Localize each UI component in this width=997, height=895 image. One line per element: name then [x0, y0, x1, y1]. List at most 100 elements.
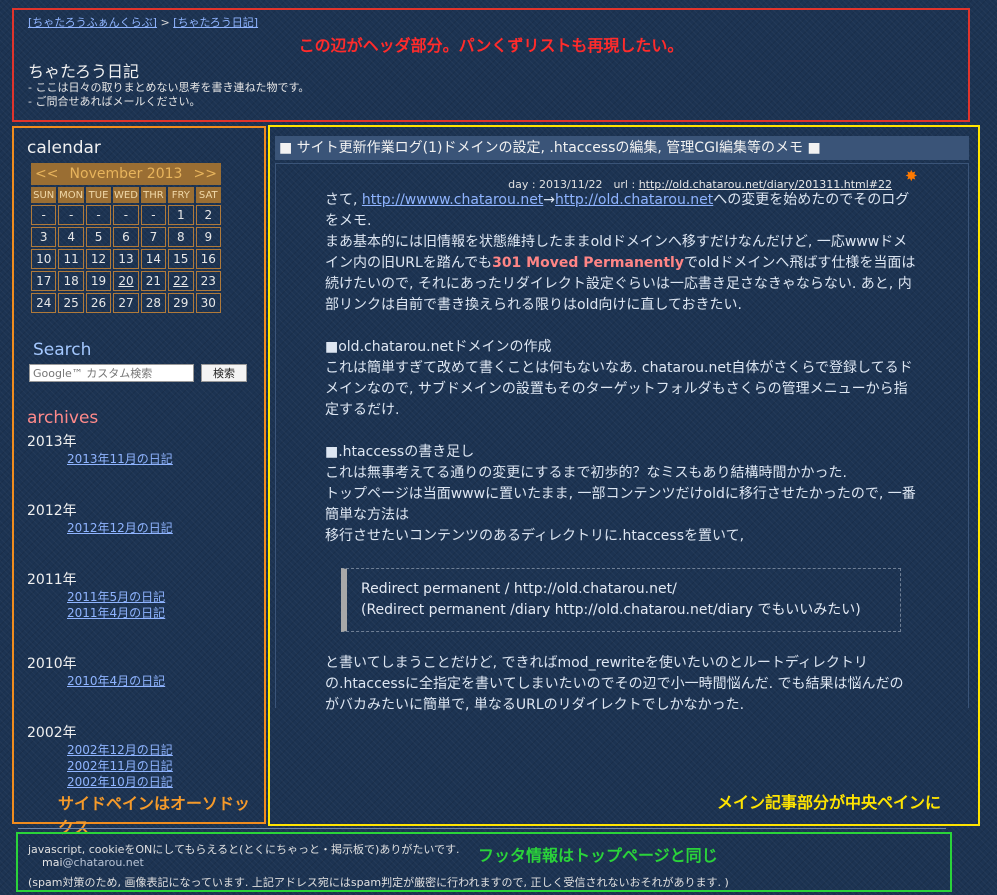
header-annotation: この辺がヘッダ部分。パンくずリストも再現したい。 [298, 36, 684, 55]
archive-month-link[interactable]: 2010年4月の日記 [67, 673, 255, 689]
calendar-day: 24 [31, 293, 57, 313]
calendar-next-button[interactable]: >> [194, 166, 217, 182]
archive-year: 2013年 [27, 434, 77, 450]
article-text: さて, [325, 192, 362, 208]
header-region: [ちゃたろうふぁんくらぶ] > [ちゃたろう日記] この辺がヘッダ部分。パンくず… [12, 8, 970, 122]
archive-month-link[interactable]: 2012年12月の日記 [67, 520, 255, 536]
calendar-day: 28 [140, 293, 167, 313]
section-heading: ■.htaccessの書き足し [325, 444, 475, 460]
code-block: Redirect permanent / http://old.chatarou… [341, 568, 901, 632]
site-description-line: - ここは日々の取りまとめない思考を書き連ねた物です。 [28, 81, 310, 94]
calendar-day: - [31, 205, 57, 225]
archive-month-link[interactable]: 2011年4月の日記 [67, 605, 255, 621]
arrow-icon: → [543, 192, 556, 208]
article-body: さて, http://wwww.chatarou.net→http://old.… [325, 190, 917, 716]
site-description: - ここは日々の取りまとめない思考を書き連ねた物です。 - ご問合せあればメール… [28, 81, 309, 109]
calendar-day: 10 [31, 249, 57, 269]
calendar-day: 18 [58, 271, 84, 291]
calendar-day: 2 [195, 205, 221, 225]
calendar-day: 14 [140, 249, 167, 269]
footer-spam-notice: (spam対策のため, 画像表記になっています. 上記アドレス宛にはspam判定… [28, 876, 729, 889]
calendar-day: 8 [168, 227, 194, 247]
footer: javascript, cookieをONにしてもらえると(とくにちゃっと・掲示… [16, 832, 952, 892]
calendar-day: 6 [113, 227, 139, 247]
calendar-day: 23 [195, 271, 221, 291]
calendar-month-label: November 2013 [69, 166, 183, 182]
article-frame: day : 2013/11/22 url : http://old.chatar… [275, 163, 969, 713]
search-heading: Search [33, 340, 92, 360]
archive-links: 2013年11月の日記 [67, 451, 255, 467]
calendar-prev-button[interactable]: << [35, 166, 58, 182]
calendar-day-link[interactable]: 22 [168, 271, 194, 291]
calendar-heading: calendar [27, 138, 101, 158]
breadcrumb-home-link[interactable]: [ちゃたろうふぁんくらぶ] [28, 16, 157, 29]
calendar-month-bar: << November 2013 >> [31, 163, 221, 185]
archive-links: 2011年5月の日記 2011年4月の日記 [67, 589, 255, 621]
calendar-day: - [140, 205, 167, 225]
code-line: (Redirect permanent /diary http://old.ch… [361, 602, 861, 618]
calendar-day: - [85, 205, 112, 225]
calendar: << November 2013 >> SUN MON TUE WED THR … [29, 161, 223, 315]
archive-month-link[interactable]: 2002年11月の日記 [67, 758, 255, 774]
article-paragraph: これは無事考えてる通りの変更にするまで初歩的？なミスもあり結構時間かかった. [325, 465, 847, 481]
calendar-day: - [113, 205, 139, 225]
new-site-link[interactable]: http://old.chatarou.net [555, 192, 713, 208]
calendar-weekday: SAT [195, 187, 221, 203]
footer-annotation: フッタ情報はトップページと同じ [478, 846, 718, 865]
search-input[interactable] [29, 364, 194, 382]
archive-month-link[interactable]: 2013年11月の日記 [67, 451, 255, 467]
archive-month-link[interactable]: 2002年10月の日記 [67, 774, 255, 790]
calendar-day: 4 [58, 227, 84, 247]
article-paragraph: これは簡単すぎて改めて書くことは何もないなあ. chatarou.net自体がさ… [325, 360, 913, 418]
calendar-day: 11 [58, 249, 84, 269]
archive-year: 2002年 [27, 725, 77, 741]
footer-divider [18, 828, 946, 829]
article-paragraph: 移行させたいコンテンツのあるディレクトリに.htaccessを置いて, [325, 528, 745, 544]
calendar-weekday: SUN [31, 187, 57, 203]
calendar-day: 25 [58, 293, 84, 313]
archive-links: 2012年12月の日記 [67, 520, 255, 536]
breadcrumb-separator: > [160, 16, 170, 29]
code-line: Redirect permanent / http://old.chatarou… [361, 581, 677, 597]
emphasis-text: 301 Moved Permanently [492, 255, 684, 271]
archive-year-group: 2010年 2010年4月の日記 [27, 653, 255, 722]
footer-notice: javascript, cookieをONにしてもらえると(とくにちゃっと・掲示… [28, 843, 460, 856]
calendar-weekday: WED [113, 187, 139, 203]
article-paragraph: さて, http://wwww.chatarou.net→http://old.… [325, 190, 917, 232]
calendar-day: 30 [195, 293, 221, 313]
breadcrumb: [ちゃたろうふぁんくらぶ] > [ちゃたろう日記] [28, 14, 258, 30]
article-paragraph: まあ基本的には旧情報を状態維持したままoldドメインへ移すだけなんだけど, 一応… [325, 232, 917, 316]
archive-month-link[interactable]: 2011年5月の日記 [67, 589, 255, 605]
main-pane: ■ サイト更新作業ログ(1)ドメインの設定, .htaccessの編集, 管理C… [268, 125, 980, 826]
calendar-weekday: MON [58, 187, 84, 203]
archive-year-group: 2012年 2012年12月の日記 [27, 500, 255, 569]
mail-user: mai [42, 856, 63, 869]
sun-icon: ✸ [905, 167, 918, 185]
calendar-day: 19 [85, 271, 112, 291]
old-site-link[interactable]: http://wwww.chatarou.net [362, 192, 543, 208]
calendar-day: 5 [85, 227, 112, 247]
article-title: ■ サイト更新作業ログ(1)ドメインの設定, .htaccessの編集, 管理C… [275, 136, 969, 160]
calendar-day: 12 [85, 249, 112, 269]
archive-month-link[interactable]: 2002年12月の日記 [67, 742, 255, 758]
archive-links: 2002年12月の日記 2002年11月の日記 2002年10月の日記 [67, 742, 255, 790]
search-button[interactable]: 検索 [201, 364, 247, 382]
calendar-day: 7 [140, 227, 167, 247]
mail-domain: @chatarou.net [62, 856, 144, 869]
archive-links: 2010年4月の日記 [67, 673, 255, 689]
breadcrumb-current-link[interactable]: [ちゃたろう日記] [173, 16, 258, 29]
calendar-weekday: TUE [85, 187, 112, 203]
article-paragraph: トップページは当面wwwに置いたまま, 一部コンテンツだけoldに移行させたかっ… [325, 486, 916, 523]
sidebar: calendar << November 2013 >> SUN MON TUE… [12, 126, 266, 837]
calendar-day: 17 [31, 271, 57, 291]
calendar-day: 15 [168, 249, 194, 269]
archive-year: 2011年 [27, 572, 77, 588]
calendar-day: 3 [31, 227, 57, 247]
calendar-day: 29 [168, 293, 194, 313]
calendar-day-link[interactable]: 20 [113, 271, 139, 291]
calendar-day: 21 [140, 271, 167, 291]
main-annotation: メイン記事部分が中央ペインに [717, 793, 942, 812]
site-title: ちゃたろう日記 [28, 62, 140, 81]
